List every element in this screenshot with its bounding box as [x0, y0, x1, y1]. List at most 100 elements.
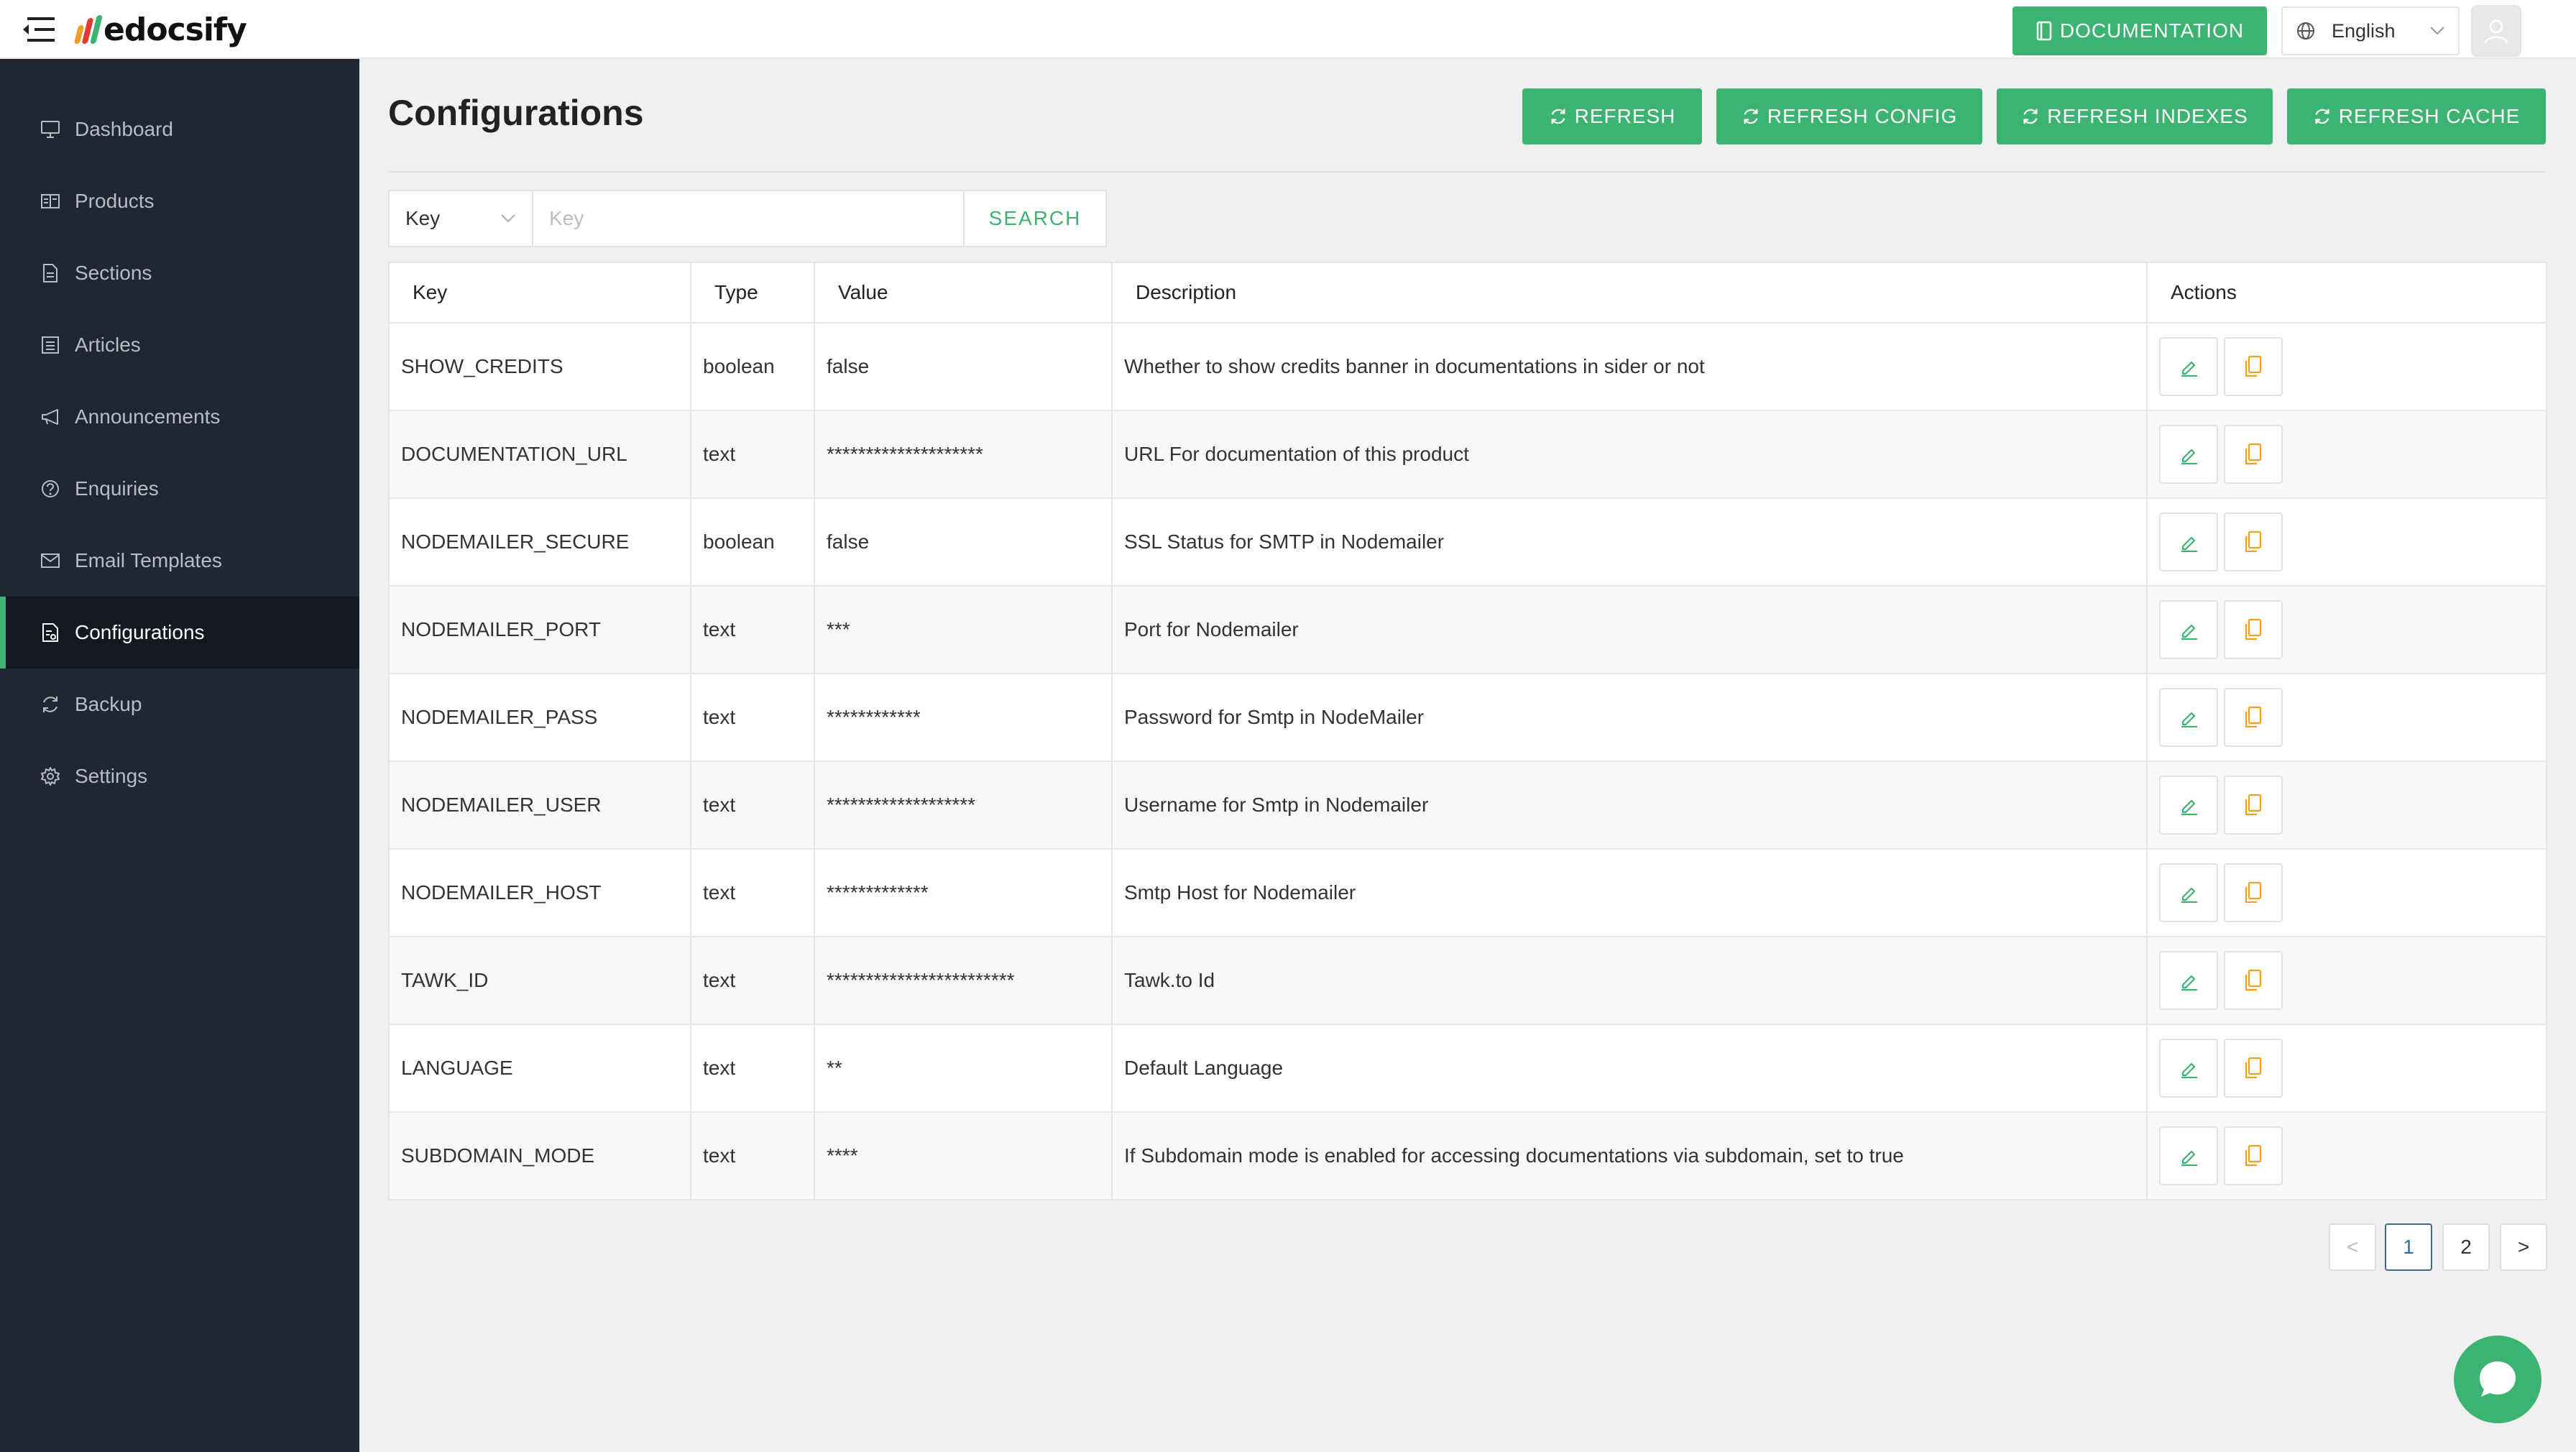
cell-actions [2147, 586, 2547, 674]
cell-actions [2147, 1024, 2547, 1113]
edit-button[interactable] [2159, 513, 2218, 571]
cell-type: text [691, 674, 815, 762]
delete-button[interactable] [2224, 337, 2283, 396]
sidebar-item-settings[interactable]: Settings [0, 740, 359, 812]
cell-description: Smtp Host for Nodemailer [1112, 849, 2148, 937]
delete-button[interactable] [2224, 1039, 2283, 1098]
copy-icon [2245, 355, 2262, 377]
edit-button[interactable] [2159, 425, 2218, 484]
edit-icon [2181, 799, 2197, 816]
cell-value: ******************** [814, 410, 1113, 499]
refresh-cache-button[interactable]: REFRESH CACHE [2287, 88, 2546, 144]
sidebar-item-label: Configurations [75, 621, 205, 643]
sidebar-item-dashboard[interactable]: Dashboard [0, 93, 359, 165]
refresh-button[interactable]: REFRESH [1522, 88, 1702, 144]
pagination-page-1[interactable]: 1 [2385, 1223, 2432, 1271]
cell-actions [2147, 410, 2547, 499]
edit-button[interactable] [2159, 863, 2218, 922]
sync-icon [2023, 109, 2038, 124]
edit-button[interactable] [2159, 337, 2218, 396]
sidebar-item-articles[interactable]: Articles [0, 309, 359, 381]
edit-button[interactable] [2159, 688, 2218, 747]
sidebar-item-announcements[interactable]: Announcements [0, 381, 359, 453]
sidebar-item-label: Dashboard [75, 118, 173, 140]
table-row: TAWK_ID text ************************ Ta… [389, 937, 2547, 1025]
logo[interactable]: edocsify [73, 10, 247, 49]
table-row: NODEMAILER_USER text *******************… [389, 761, 2547, 850]
cell-value: ******************* [814, 761, 1113, 850]
cell-description: Whether to show credits banner in docume… [1112, 323, 2148, 411]
cell-type: text [691, 849, 815, 937]
mail-icon [40, 550, 61, 571]
edit-icon [2181, 1150, 2197, 1167]
cell-description: Port for Nodemailer [1112, 586, 2148, 674]
cell-actions [2147, 674, 2547, 762]
copy-icon [2245, 969, 2262, 991]
cell-key: SUBDOMAIN_MODE [389, 1112, 691, 1200]
pagination-next[interactable]: > [2500, 1223, 2547, 1271]
delete-button[interactable] [2224, 863, 2283, 922]
sidebar-item-backup[interactable]: Backup [0, 668, 359, 740]
cell-value: ************* [814, 849, 1113, 937]
copy-icon [2245, 618, 2262, 640]
edit-icon [2181, 1062, 2197, 1079]
sidebar-item-email-templates[interactable]: Email Templates [0, 525, 359, 597]
chat-widget-button[interactable] [2454, 1336, 2542, 1423]
sidebar-item-label: Announcements [75, 405, 221, 428]
sidebar-item-products[interactable]: Products [0, 165, 359, 237]
edit-button[interactable] [2159, 1126, 2218, 1185]
delete-button[interactable] [2224, 600, 2283, 659]
cell-actions [2147, 761, 2547, 850]
delete-button[interactable] [2224, 425, 2283, 484]
cell-key: NODEMAILER_PORT [389, 586, 691, 674]
cell-type: text [691, 1024, 815, 1113]
cell-value: **** [814, 1112, 1113, 1200]
cell-description: Default Language [1112, 1024, 2148, 1113]
delete-button[interactable] [2224, 513, 2283, 571]
cell-actions [2147, 323, 2547, 411]
configurations-table: Key Type Value Description Actions SHOW_… [388, 262, 2547, 1200]
avatar[interactable] [2471, 5, 2521, 57]
column-header-value[interactable]: Value [814, 262, 1113, 323]
cell-key: NODEMAILER_PASS [389, 674, 691, 762]
sidebar-item-label: Articles [75, 334, 141, 356]
column-header-type[interactable]: Type [691, 262, 815, 323]
documentation-button[interactable]: DOCUMENTATION [2012, 6, 2267, 55]
column-header-description[interactable]: Description [1112, 262, 2148, 323]
menu-toggle-icon[interactable] [22, 14, 56, 45]
search-field-select[interactable]: Key [390, 191, 533, 246]
edit-button[interactable] [2159, 600, 2218, 659]
edit-button[interactable] [2159, 951, 2218, 1010]
delete-button[interactable] [2224, 688, 2283, 747]
cell-type: boolean [691, 498, 815, 587]
refresh-config-button[interactable]: REFRESH CONFIG [1716, 88, 1982, 144]
cell-value: ** [814, 1024, 1113, 1113]
search-input[interactable] [533, 191, 965, 246]
language-select[interactable]: English [2281, 6, 2460, 55]
sidebar-item-enquiries[interactable]: Enquiries [0, 453, 359, 525]
cell-type: text [691, 761, 815, 850]
edit-button[interactable] [2159, 776, 2218, 835]
cell-actions [2147, 937, 2547, 1025]
refresh-indexes-button[interactable]: REFRESH INDEXES [1997, 88, 2273, 144]
delete-button[interactable] [2224, 776, 2283, 835]
top-bar: edocsify DOCUMENTATION English [0, 0, 2576, 59]
sidebar-item-label: Enquiries [75, 477, 159, 500]
edit-button[interactable] [2159, 1039, 2218, 1098]
sidebar-item-configurations[interactable]: Configurations [0, 597, 359, 668]
sidebar-item-sections[interactable]: Sections [0, 237, 359, 309]
sidebar-item-label: Settings [75, 765, 148, 787]
pagination-page-2[interactable]: 2 [2442, 1223, 2490, 1271]
copy-icon [2245, 1057, 2262, 1079]
search-button[interactable]: SEARCH [965, 191, 1105, 246]
pagination-prev[interactable]: < [2329, 1223, 2376, 1271]
edit-icon [2181, 887, 2197, 904]
delete-button[interactable] [2224, 951, 2283, 1010]
cell-type: text [691, 410, 815, 499]
documentation-label: DOCUMENTATION [2059, 19, 2245, 42]
cell-key: LANGUAGE [389, 1024, 691, 1113]
sync-icon [2315, 109, 2329, 124]
delete-button[interactable] [2224, 1126, 2283, 1185]
chevron-down-icon [501, 214, 515, 223]
column-header-key[interactable]: Key [389, 262, 691, 323]
